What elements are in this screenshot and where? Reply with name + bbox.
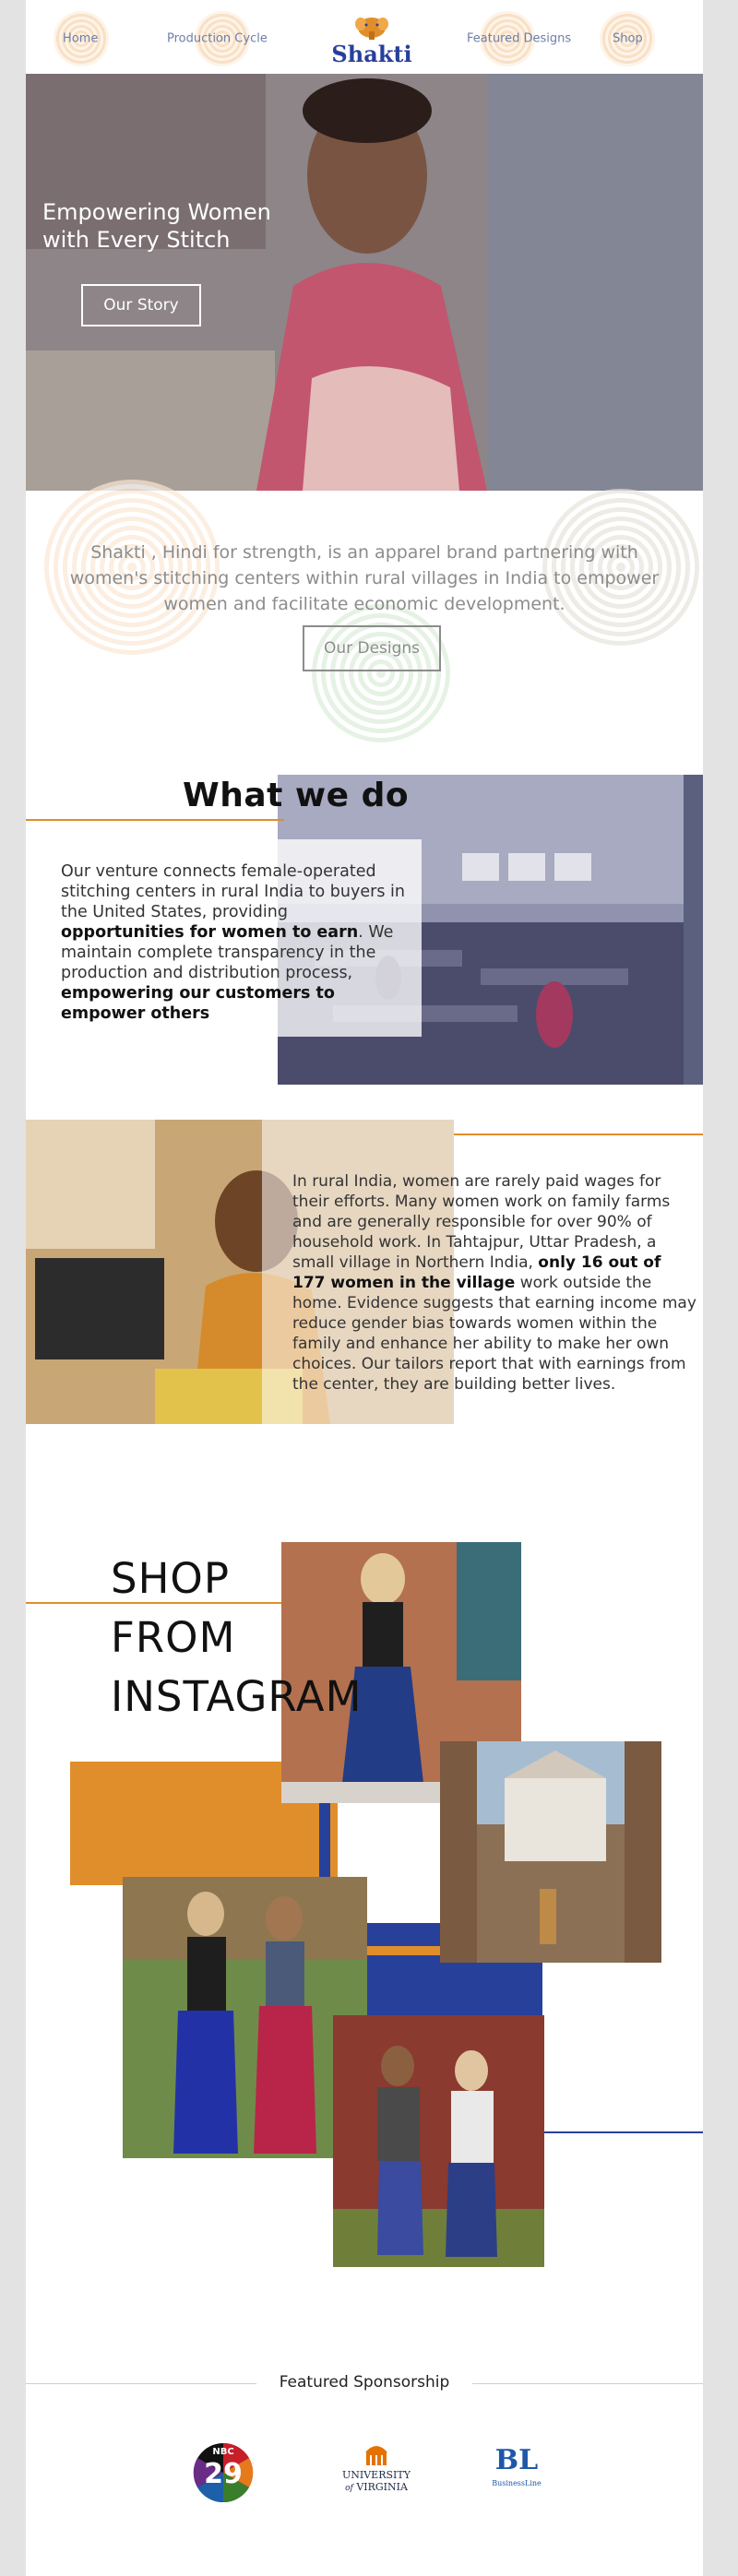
uva-logo[interactable]: UNIVERSITY of VIRGINIA (330, 2439, 423, 2504)
hero-title: Empowering Women with Every Stitch (42, 199, 271, 253)
nbc-number: 29 (204, 2458, 243, 2490)
nav-item-home[interactable]: Home (54, 11, 109, 66)
businessline-logo[interactable]: BL BusinessLine (480, 2444, 554, 2499)
hero-photo (26, 74, 703, 491)
nav-label-home[interactable]: Home (63, 32, 98, 46)
logo-text[interactable]: Shakti (316, 41, 427, 67)
rotunda-icon (365, 2446, 387, 2465)
nav-item-shop[interactable]: Shop (600, 11, 655, 66)
uva-virginia: VIRGINIA (356, 2481, 408, 2493)
what-we-do-title: What we do (183, 777, 410, 814)
bl-mark: BL (494, 2444, 539, 2476)
page: Home Production Cycle Shakti Featured De… (26, 0, 703, 2576)
instagram-photo-2[interactable] (440, 1741, 661, 1963)
uva-line-2: of VIRGINIA (330, 2481, 423, 2493)
shakti-logo[interactable]: Shakti (316, 13, 427, 68)
nbc29-logo[interactable]: NBC 29 (192, 2441, 255, 2504)
elephant-icon (355, 18, 388, 40)
accent-line (26, 819, 284, 821)
instagram-image-4 (333, 2015, 544, 2267)
what-we-do-bold-2: empowering our customers to empower othe… (61, 984, 335, 1023)
rural-india-text: In rural India, women are rarely paid wa… (292, 1171, 698, 1395)
hero-banner: Empowering Women with Every Stitch Our S… (26, 74, 703, 491)
nav-label-featured-designs[interactable]: Featured Designs (467, 32, 571, 46)
shop-from-instagram-title: SHOP FROM INSTAGRAM (111, 1549, 406, 1727)
nbc-text: NBC (212, 2447, 234, 2457)
instagram-title-line-3: INSTAGRAM (111, 1672, 363, 1721)
instagram-photo-4[interactable] (333, 2015, 544, 2267)
our-story-button[interactable]: Our Story (81, 284, 201, 326)
instagram-image-3 (123, 1877, 367, 2158)
accent-line (454, 1134, 703, 1135)
nav-label-production-cycle[interactable]: Production Cycle (167, 32, 268, 46)
our-designs-button[interactable]: Our Designs (303, 625, 441, 671)
sponsorship-title: Featured Sponsorship (256, 2373, 472, 2392)
top-nav: Home Production Cycle Shakti Featured De… (26, 0, 703, 74)
blue-bar (319, 1803, 330, 1886)
nav-item-production-cycle[interactable]: Production Cycle (167, 11, 268, 66)
intro-text: Shakti , Hindi for strength, is an appar… (69, 542, 660, 614)
instagram-image-2 (440, 1741, 661, 1963)
instagram-title-line-2: FROM (111, 1613, 236, 1662)
instagram-photo-3[interactable] (123, 1877, 367, 2158)
what-we-do-text-1: Our venture connects female-operated sti… (61, 862, 405, 921)
uva-of: of (345, 2484, 353, 2493)
what-we-do-text: Our venture connects female-operated sti… (61, 861, 411, 1024)
nav-item-featured-designs[interactable]: Featured Designs (467, 11, 571, 66)
bl-text: BusinessLine (492, 2479, 542, 2487)
instagram-title-line-1: SHOP (111, 1554, 230, 1603)
nav-label-shop[interactable]: Shop (613, 32, 643, 46)
what-we-do-bold-1: opportunities for women to earn (61, 923, 359, 942)
uva-line-1: UNIVERSITY (342, 2469, 411, 2481)
